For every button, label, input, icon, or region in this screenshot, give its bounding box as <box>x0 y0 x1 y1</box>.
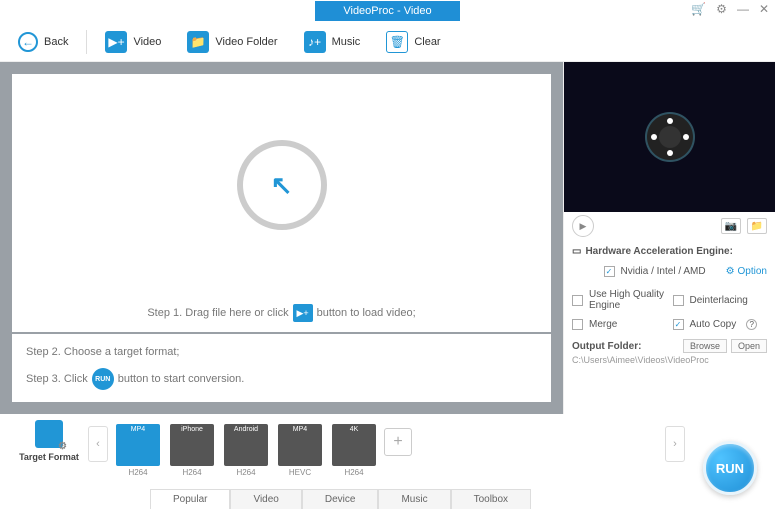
merge-checkbox[interactable] <box>572 319 583 330</box>
play-button[interactable]: ▶ <box>572 215 594 237</box>
preview-pane <box>564 62 775 212</box>
output-folder-label: Output Folder: <box>572 341 641 352</box>
folder-plus-icon: 📁 <box>187 31 209 53</box>
tab-video[interactable]: Video <box>230 489 301 509</box>
format-sub: H264 <box>182 468 201 477</box>
drop-circle: ↖ <box>237 140 327 230</box>
video-plus-mini-icon: ▶+ <box>293 304 313 322</box>
settings-icon[interactable]: ⚙ <box>716 2 727 16</box>
target-format-button[interactable]: Target Format <box>10 420 88 462</box>
auto-copy-checkbox[interactable]: ✓ <box>673 319 684 330</box>
clear-label: Clear <box>414 36 440 48</box>
toolbar: ← Back ▶+ Video 📁 Video Folder ♪+ Music … <box>0 22 775 62</box>
format-next-button[interactable]: › <box>665 426 685 462</box>
window-title: VideoProc - Video <box>315 1 459 21</box>
auto-copy-label: Auto Copy <box>690 319 737 330</box>
step1-text: Step 1. Drag file here or click ▶+ butto… <box>147 304 415 322</box>
titlebar: VideoProc - Video 🛒 ⚙ — ✕ <box>0 0 775 22</box>
format-item-android[interactable]: Android <box>224 424 268 466</box>
add-music-button[interactable]: ♪+ Music <box>296 27 369 57</box>
step3-text: Step 3. Click RUN button to start conver… <box>26 368 537 390</box>
deinterlacing-label: Deinterlacing <box>690 295 748 306</box>
music-plus-icon: ♪+ <box>304 31 326 53</box>
format-item-4k[interactable]: 4K <box>332 424 376 466</box>
add-video-folder-button[interactable]: 📁 Video Folder <box>179 27 285 57</box>
deinterlacing-checkbox[interactable] <box>673 295 684 306</box>
drop-card[interactable]: ↖ Step 1. Drag file here or click ▶+ but… <box>12 74 551 332</box>
tab-music[interactable]: Music <box>378 489 450 509</box>
open-button[interactable]: Open <box>731 339 767 353</box>
video-folder-label: Video Folder <box>215 36 277 48</box>
step2-text: Step 2. Choose a target format; <box>26 346 537 358</box>
steps-card: Step 2. Choose a target format; Step 3. … <box>12 334 551 402</box>
merge-label: Merge <box>589 319 617 330</box>
format-prev-button[interactable]: ‹ <box>88 426 108 462</box>
option-button[interactable]: ⚙ Option <box>726 266 767 277</box>
category-tabs: PopularVideoDeviceMusicToolbox <box>150 489 531 509</box>
format-sub: HEVC <box>289 468 311 477</box>
format-item-mp4[interactable]: MP4 <box>278 424 322 466</box>
main-drop-area: ↖ Step 1. Drag file here or click ▶+ but… <box>0 62 563 414</box>
bottom-bar: Target Format ‹ MP4 H264 iPhone H264 Android… <box>0 414 775 509</box>
hq-engine-label: Use High Quality Engine <box>589 289 667 311</box>
cart-icon[interactable]: 🛒 <box>691 2 706 16</box>
media-controls: ▶ 📷 📁 <box>564 212 775 240</box>
trash-icon: 🗑 <box>386 31 408 53</box>
close-icon[interactable]: ✕ <box>759 2 769 16</box>
upload-arrow-icon: ↖ <box>271 170 293 201</box>
target-format-icon <box>35 420 63 448</box>
format-item-mp4[interactable]: MP4 <box>116 424 160 466</box>
vendors-checkbox[interactable]: ✓ <box>604 266 615 277</box>
add-video-button[interactable]: ▶+ Video <box>97 27 169 57</box>
tab-device[interactable]: Device <box>302 489 379 509</box>
gear-icon: ⚙ <box>726 266 735 277</box>
clear-button[interactable]: 🗑 Clear <box>378 27 448 57</box>
help-icon[interactable]: ? <box>746 319 757 330</box>
format-item-iphone[interactable]: iPhone <box>170 424 214 466</box>
tab-popular[interactable]: Popular <box>150 489 230 509</box>
format-sub: H264 <box>128 468 147 477</box>
video-label: Video <box>133 36 161 48</box>
minimize-icon[interactable]: — <box>737 2 749 16</box>
app-logo-icon <box>645 112 695 162</box>
format-sub: H264 <box>344 468 363 477</box>
open-folder-button[interactable]: 📁 <box>747 218 767 234</box>
chip-icon: ▭ <box>572 246 581 257</box>
right-panel: ▶ 📷 📁 ▭ Hardware Acceleration Engine: ✓ … <box>563 62 775 414</box>
back-arrow-icon: ← <box>18 32 38 52</box>
hq-engine-checkbox[interactable] <box>572 295 583 306</box>
snapshot-button[interactable]: 📷 <box>721 218 741 234</box>
run-mini-icon: RUN <box>92 368 114 390</box>
browse-button[interactable]: Browse <box>683 339 727 353</box>
hw-accel-title: ▭ Hardware Acceleration Engine: <box>572 246 767 257</box>
back-label: Back <box>44 36 68 48</box>
video-plus-icon: ▶+ <box>105 31 127 53</box>
output-folder-path: C:\Users\Aimee\Videos\VideoProc <box>572 355 767 365</box>
separator <box>86 30 87 54</box>
run-button[interactable]: RUN <box>703 441 757 495</box>
format-strip: MP4 H264 iPhone H264 Android H264 MP4 HEVC 4K H26… <box>108 420 384 481</box>
vendors-label: Nvidia / Intel / AMD <box>621 266 706 277</box>
tab-toolbox[interactable]: Toolbox <box>451 489 531 509</box>
music-label: Music <box>332 36 361 48</box>
back-button[interactable]: ← Back <box>10 28 76 56</box>
add-format-button[interactable]: + <box>384 428 412 456</box>
format-sub: H264 <box>236 468 255 477</box>
